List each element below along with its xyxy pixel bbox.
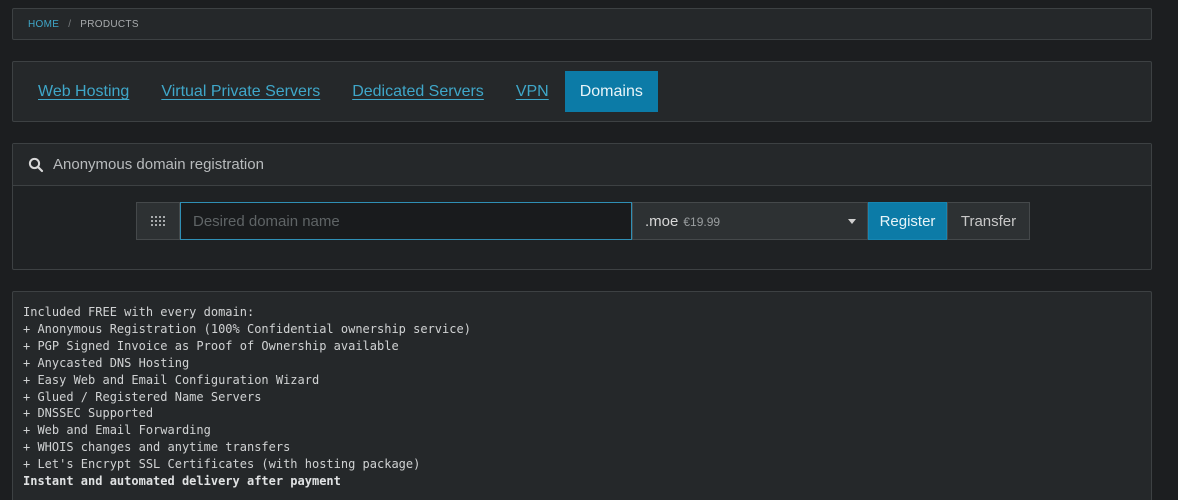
product-nav: Web Hosting Virtual Private Servers Dedi… bbox=[12, 61, 1152, 122]
domain-name-input[interactable] bbox=[180, 202, 632, 240]
tab-domains[interactable]: Domains bbox=[564, 71, 658, 112]
tab-web-hosting[interactable]: Web Hosting bbox=[22, 71, 145, 112]
tab-dedicated-servers[interactable]: Dedicated Servers bbox=[336, 71, 500, 112]
feature-item: + Let's Encrypt SSL Certificates (with h… bbox=[23, 457, 421, 472]
feature-item: + Web and Email Forwarding bbox=[23, 423, 211, 438]
search-form: .moe €19.99 Register Transfer bbox=[13, 186, 1151, 270]
feature-item: + Anonymous Registration (100% Confident… bbox=[23, 321, 471, 336]
tld-select[interactable]: .moe €19.99 bbox=[632, 202, 868, 240]
breadcrumb-separator: / bbox=[68, 18, 72, 30]
features-list: Included FREE with every domain: + Anonym… bbox=[12, 291, 1152, 500]
domain-registration-panel: Anonymous domain registration .moe €19.9… bbox=[12, 143, 1152, 270]
feature-item: + DNSSEC Supported bbox=[23, 406, 154, 421]
breadcrumb: HOME / PRODUCTS bbox=[12, 8, 1152, 40]
panel-title: Anonymous domain registration bbox=[53, 156, 264, 173]
panel-heading: Anonymous domain registration bbox=[13, 144, 1151, 186]
dots-grid-icon bbox=[136, 202, 180, 240]
feature-item: + PGP Signed Invoice as Proof of Ownersh… bbox=[23, 338, 399, 353]
chevron-down-icon bbox=[848, 219, 856, 224]
tab-vpn[interactable]: VPN bbox=[500, 71, 565, 112]
breadcrumb-current: PRODUCTS bbox=[80, 18, 139, 30]
feature-item: + WHOIS changes and anytime transfers bbox=[23, 440, 291, 455]
feature-item: + Glued / Registered Name Servers bbox=[23, 389, 262, 404]
tld-value: .moe bbox=[645, 212, 679, 230]
feature-item: + Anycasted DNS Hosting bbox=[23, 355, 190, 370]
tab-virtual-private-servers[interactable]: Virtual Private Servers bbox=[145, 71, 336, 112]
register-button[interactable]: Register bbox=[868, 202, 947, 240]
breadcrumb-home-link[interactable]: HOME bbox=[28, 19, 59, 30]
feature-item: + Easy Web and Email Configuration Wizar… bbox=[23, 372, 320, 387]
features-footer: Instant and automated delivery after pay… bbox=[23, 474, 341, 489]
tld-price: €19.99 bbox=[683, 214, 721, 229]
features-heading: Included FREE with every domain: bbox=[23, 305, 255, 319]
search-icon bbox=[28, 157, 44, 173]
transfer-button[interactable]: Transfer bbox=[947, 202, 1030, 240]
